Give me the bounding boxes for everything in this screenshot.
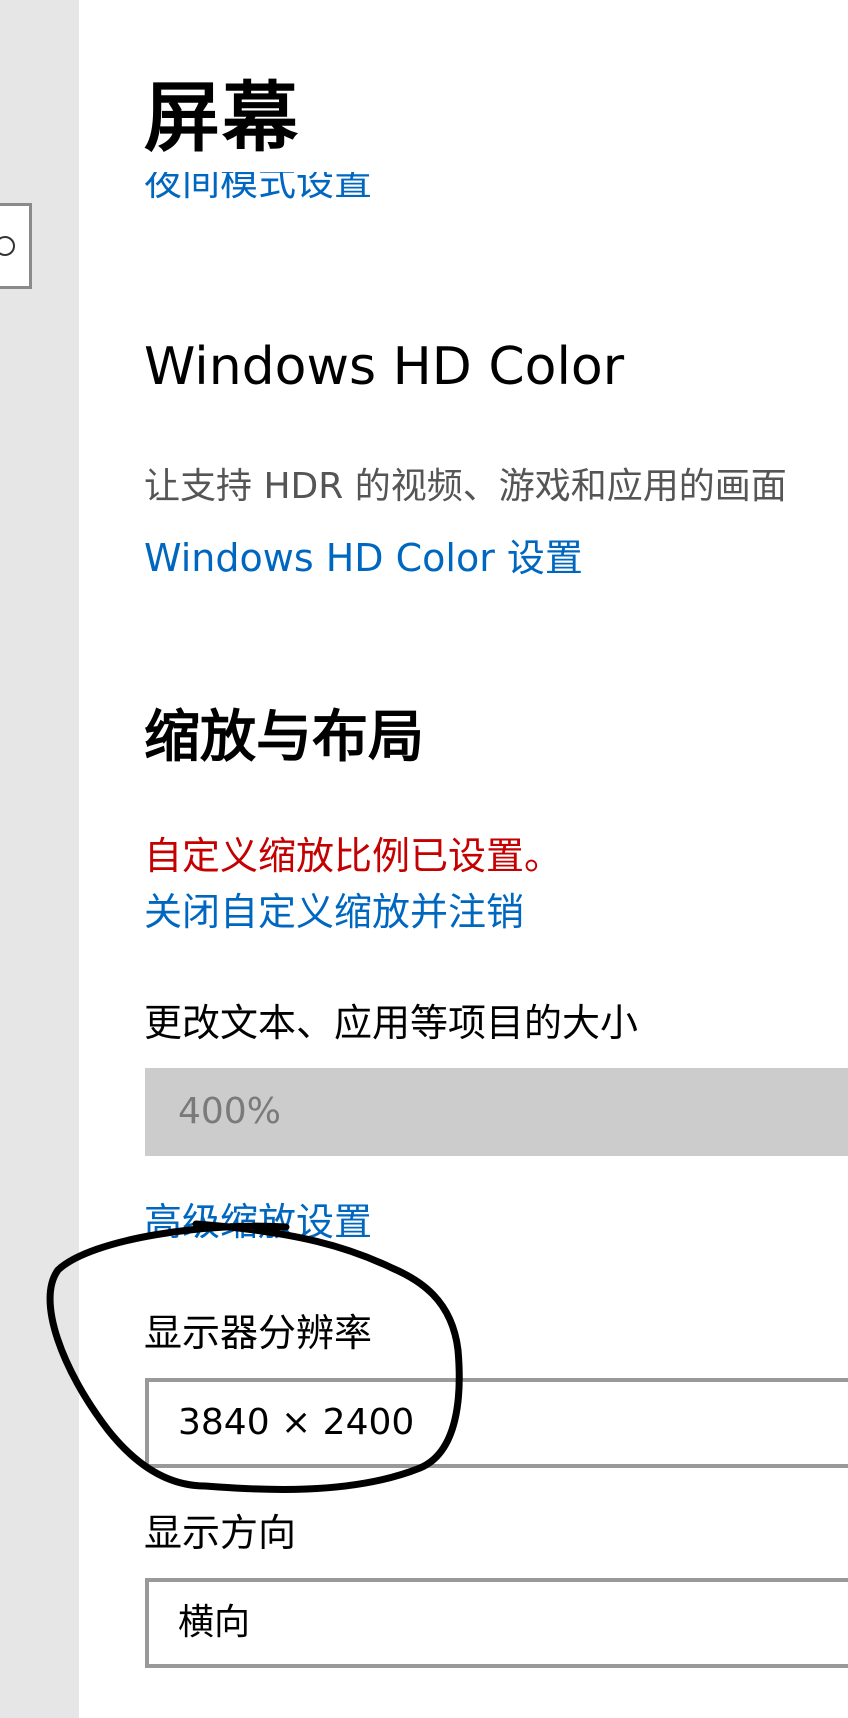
scale-layout-heading: 缩放与布局 xyxy=(144,705,424,770)
resolution-value: 3840 × 2400 xyxy=(178,1402,415,1443)
scale-dropdown[interactable]: 400% xyxy=(145,1068,848,1156)
nav-search-box[interactable] xyxy=(0,203,32,289)
navigation-pane xyxy=(0,0,79,1718)
page-title: 屏幕 xyxy=(144,73,300,162)
search-icon xyxy=(0,236,15,256)
scale-label: 更改文本、应用等项目的大小 xyxy=(144,1001,639,1045)
hd-color-heading: Windows HD Color xyxy=(144,337,625,397)
turn-off-custom-scaling-link[interactable]: 关闭自定义缩放并注销 xyxy=(144,886,524,938)
orientation-label: 显示方向 xyxy=(144,1511,297,1555)
resolution-label: 显示器分辨率 xyxy=(144,1311,373,1355)
resolution-dropdown[interactable]: 3840 × 2400 xyxy=(145,1378,848,1468)
hd-color-settings-link[interactable]: Windows HD Color 设置 xyxy=(144,532,583,584)
scale-value: 400% xyxy=(178,1091,281,1132)
orientation-value: 横向 xyxy=(178,1602,251,1643)
night-light-link-clip: 夜间模式设置 xyxy=(144,172,504,206)
orientation-dropdown[interactable]: 横向 xyxy=(145,1578,848,1668)
display-settings-content: 屏幕 夜间模式设置 Windows HD Color 让支持 HDR 的视频、游… xyxy=(79,0,848,1718)
hd-color-description: 让支持 HDR 的视频、游戏和应用的画面 xyxy=(144,466,787,507)
custom-scale-warning: 自定义缩放比例已设置。 xyxy=(144,834,563,878)
night-light-settings-link[interactable]: 夜间模式设置 xyxy=(144,172,372,206)
advanced-scaling-link[interactable]: 高级缩放设置 xyxy=(144,1196,372,1248)
